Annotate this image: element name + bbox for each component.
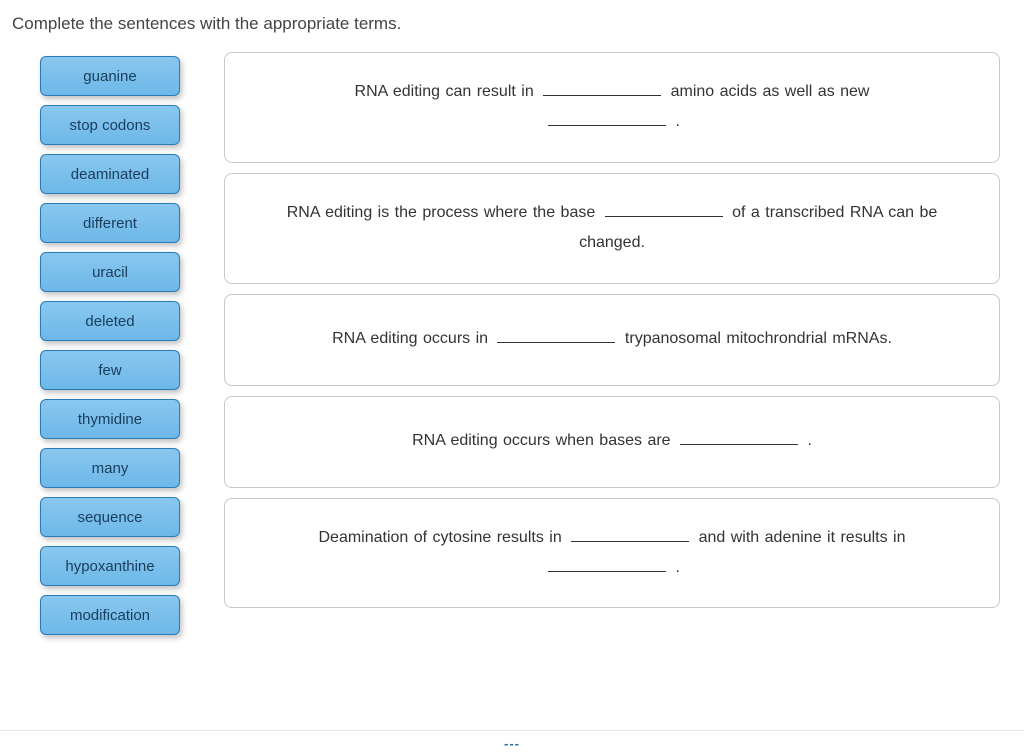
term-hypoxanthine[interactable]: hypoxanthine (40, 546, 180, 586)
sentence-3-part-a: RNA editing occurs in (332, 330, 493, 347)
sentences-list: RNA editing can result in amino acids as… (224, 52, 1008, 635)
term-guanine[interactable]: guanine (40, 56, 180, 96)
blank-4a[interactable] (680, 429, 798, 445)
sentence-5[interactable]: Deamination of cytosine results in and w… (224, 498, 1000, 609)
term-thymidine[interactable]: thymidine (40, 399, 180, 439)
sentence-1-part-b: amino acids as well as new (665, 83, 869, 100)
blank-1b[interactable] (548, 110, 666, 126)
sentence-4-part-a: RNA editing occurs when bases are (412, 432, 676, 449)
term-few[interactable]: few (40, 350, 180, 390)
sentence-2-part-a: RNA editing is the process where the bas… (287, 204, 601, 221)
instruction-text: Complete the sentences with the appropri… (0, 0, 1024, 52)
sentence-1[interactable]: RNA editing can result in amino acids as… (224, 52, 1000, 163)
term-different[interactable]: different (40, 203, 180, 243)
sentence-5-part-a: Deamination of cytosine results in (318, 529, 567, 546)
sentence-5-part-b: and with adenine it results in (693, 529, 905, 546)
blank-2a[interactable] (605, 201, 723, 217)
blank-3a[interactable] (497, 327, 615, 343)
sentence-4[interactable]: RNA editing occurs when bases are . (224, 396, 1000, 488)
term-stop-codons[interactable]: stop codons (40, 105, 180, 145)
term-sequence[interactable]: sequence (40, 497, 180, 537)
term-many[interactable]: many (40, 448, 180, 488)
term-modification[interactable]: modification (40, 595, 180, 635)
blank-5b[interactable] (548, 556, 666, 572)
sentence-3-part-b: trypanosomal mitochrondrial mRNAs. (619, 330, 891, 347)
content-area: guanine stop codons deaminated different… (0, 52, 1024, 635)
terms-list: guanine stop codons deaminated different… (16, 52, 180, 635)
footer-divider (0, 730, 1024, 731)
blank-1a[interactable] (543, 80, 661, 96)
footer-handle-icon: --- (504, 736, 520, 751)
sentence-2[interactable]: RNA editing is the process where the bas… (224, 173, 1000, 284)
blank-5a[interactable] (571, 526, 689, 542)
sentence-4-part-b: . (802, 432, 812, 449)
term-deaminated[interactable]: deaminated (40, 154, 180, 194)
term-deleted[interactable]: deleted (40, 301, 180, 341)
sentence-1-part-c: . (670, 113, 680, 130)
sentence-3[interactable]: RNA editing occurs in trypanosomal mitoc… (224, 294, 1000, 386)
sentence-5-part-c: . (670, 559, 680, 576)
sentence-1-part-a: RNA editing can result in (355, 83, 540, 100)
term-uracil[interactable]: uracil (40, 252, 180, 292)
